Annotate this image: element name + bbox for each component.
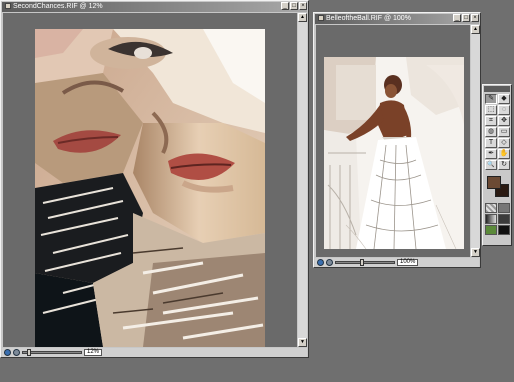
text-tool-icon[interactable]: T	[485, 138, 497, 148]
canvas-area[interactable]	[316, 25, 470, 257]
primary-color-swatch[interactable]	[487, 176, 501, 189]
tool-palette: ✎ ◆ ⬚ ◌ ⌗ ✥ ◍ ▭ T ◇ ✒ ✋ 🔍 ↻	[482, 84, 512, 246]
close-button[interactable]: ×	[299, 2, 307, 10]
nozzle-swatch[interactable]	[485, 225, 497, 235]
info-icon[interactable]	[13, 349, 20, 356]
painting-second-chances	[35, 29, 265, 347]
window-titlebar[interactable]: SecondChances.RIF @ 12%	[2, 2, 307, 12]
zoom-slider-knob[interactable]	[360, 259, 364, 266]
look-swatch[interactable]	[498, 225, 510, 235]
lasso-tool-icon[interactable]: ◌	[498, 105, 510, 115]
painting-belle-of-the-ball	[324, 57, 464, 250]
window-controls: _ □ ×	[281, 2, 307, 10]
tool-grid: ✎ ◆ ⬚ ◌ ⌗ ✥ ◍ ▭ T ◇ ✒ ✋ 🔍 ↻	[483, 93, 511, 171]
minimize-button[interactable]: _	[281, 2, 289, 10]
close-button[interactable]: ×	[471, 14, 479, 22]
document-window-second-chances[interactable]: SecondChances.RIF @ 12% _ □ × ▲ ▼ 12%	[0, 0, 309, 358]
document-window-belle-of-the-ball[interactable]: BelleoftheBall.RIF @ 100% _ □ × ▲ ▼ 100%	[313, 12, 481, 268]
scroll-up-arrow[interactable]: ▲	[298, 13, 307, 22]
zoom-slider[interactable]	[335, 259, 395, 266]
canvas-area[interactable]	[3, 13, 297, 347]
weaving-swatch[interactable]	[498, 214, 510, 224]
scroll-down-arrow[interactable]: ▼	[471, 248, 480, 257]
vertical-scrollbar[interactable]: ▲ ▼	[298, 13, 307, 347]
color-swatches	[485, 174, 509, 200]
document-icon	[5, 3, 11, 10]
eraser-tool-icon[interactable]: ▭	[498, 127, 510, 137]
window-title: BelleoftheBall.RIF @ 100%	[326, 15, 411, 22]
minimize-button[interactable]: _	[453, 14, 461, 22]
hand-tool-icon[interactable]: ✋	[498, 149, 510, 159]
maximize-button[interactable]: □	[462, 14, 470, 22]
maximize-button[interactable]: □	[290, 2, 298, 10]
shape-tool-icon[interactable]: ◇	[498, 138, 510, 148]
paint-bucket-tool-icon[interactable]: ◍	[485, 127, 497, 137]
tool-palette-titlebar[interactable]	[484, 86, 510, 92]
texture-selector	[483, 203, 511, 235]
status-bar: 12%	[2, 348, 307, 357]
chalk-tool-icon[interactable]: ◆	[498, 94, 510, 104]
document-icon	[318, 15, 324, 22]
dropper-tool-icon[interactable]: ✒	[485, 149, 497, 159]
window-title: SecondChances.RIF @ 12%	[13, 3, 103, 10]
move-tool-icon[interactable]: ✥	[498, 116, 510, 126]
pattern-swatch[interactable]	[498, 203, 510, 213]
window-controls: _ □ ×	[453, 14, 479, 22]
vertical-scrollbar[interactable]: ▲ ▼	[471, 25, 480, 257]
brush-tool-icon[interactable]: ✎	[485, 94, 497, 104]
zoom-slider-knob[interactable]	[27, 349, 31, 356]
status-bar: 100%	[315, 258, 479, 267]
zoom-level[interactable]: 100%	[397, 259, 419, 266]
navigator-icon[interactable]	[4, 349, 11, 356]
zoom-slider[interactable]	[22, 349, 82, 356]
navigator-icon[interactable]	[317, 259, 324, 266]
paper-texture-swatch[interactable]	[485, 203, 497, 213]
rotate-tool-icon[interactable]: ↻	[498, 160, 510, 170]
magnifier-tool-icon[interactable]: 🔍	[485, 160, 497, 170]
crop-tool-icon[interactable]: ⌗	[485, 116, 497, 126]
gradient-swatch[interactable]	[485, 214, 497, 224]
scroll-up-arrow[interactable]: ▲	[471, 25, 480, 34]
zoom-level[interactable]: 12%	[84, 349, 103, 356]
scroll-down-arrow[interactable]: ▼	[298, 338, 307, 347]
info-icon[interactable]	[326, 259, 333, 266]
select-tool-icon[interactable]: ⬚	[485, 105, 497, 115]
